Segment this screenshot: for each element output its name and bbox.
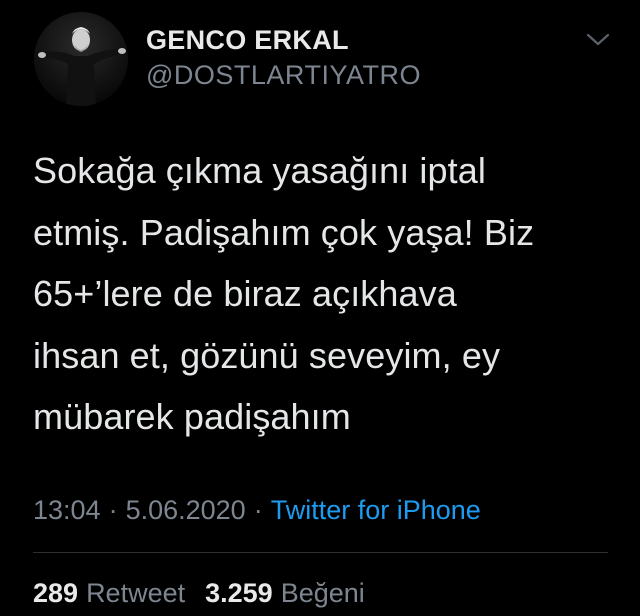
chevron-down-icon [586,33,610,46]
divider [33,552,608,553]
likes-count: 3.259 [205,578,273,608]
author-display-name[interactable]: GENCO ERKAL [146,24,421,56]
likes-stat[interactable]: 3.259 Beğeni [205,575,365,611]
retweets-count: 289 [33,578,79,608]
tweet-stats: 289 Retweet 3.259 Beğeni [33,575,365,611]
retweets-stat[interactable]: 289 Retweet [33,575,185,611]
tweet-time[interactable]: 13:04 [33,495,101,525]
meta-separator: · [253,495,263,525]
avatar-photo [34,12,128,106]
tweet-source-link[interactable]: Twitter for iPhone [271,495,481,525]
tweet-meta: 13:04 · 5.06.2020 · Twitter for iPhone [33,492,481,528]
retweets-label: Retweet [86,578,186,608]
likes-label: Beğeni [280,578,365,608]
author-avatar[interactable] [34,12,128,106]
tweet-menu-button[interactable] [585,28,611,50]
tweet-detail: GENCO ERKAL @DOSTLARTIYATRO Sokağa çıkma… [0,0,640,616]
author-block[interactable]: GENCO ERKAL @DOSTLARTIYATRO [146,24,421,92]
tweet-date[interactable]: 5.06.2020 [126,495,246,525]
meta-separator: · [108,495,118,525]
author-handle[interactable]: @DOSTLARTIYATRO [146,58,421,92]
tweet-text: Sokağa çıkma yasağını iptal etmiş. Padiş… [33,150,535,437]
